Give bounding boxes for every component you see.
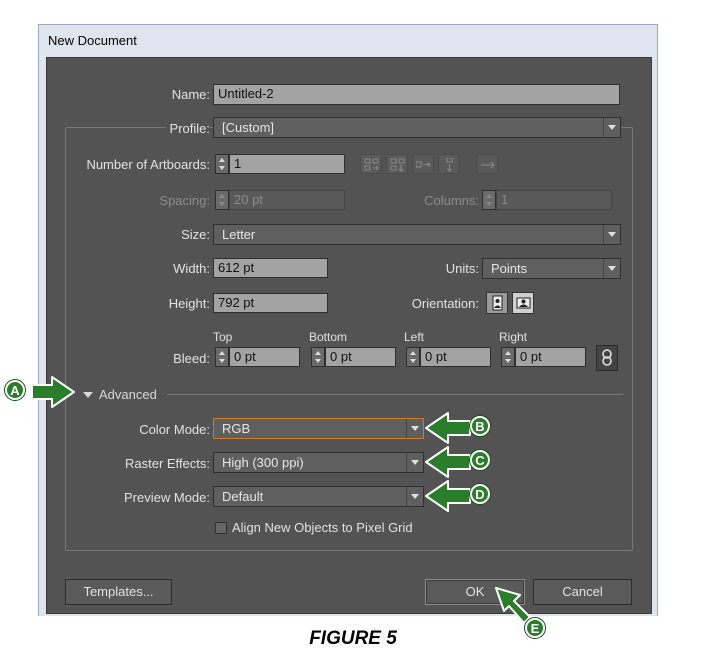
callout-d: D: [470, 484, 490, 504]
callout-arrows: [31, 376, 531, 624]
callout-a: A: [5, 380, 25, 400]
callout-arrow-b: [425, 412, 471, 444]
figure-caption: FIGURE 5: [309, 628, 397, 649]
callout-c: C: [470, 450, 490, 470]
callout-arrow-c: [425, 446, 471, 478]
callout-arrow-a: [31, 376, 75, 408]
callout-b: B: [470, 416, 490, 436]
callout-arrow-e: [495, 587, 531, 624]
callout-arrow-d: [425, 480, 471, 512]
